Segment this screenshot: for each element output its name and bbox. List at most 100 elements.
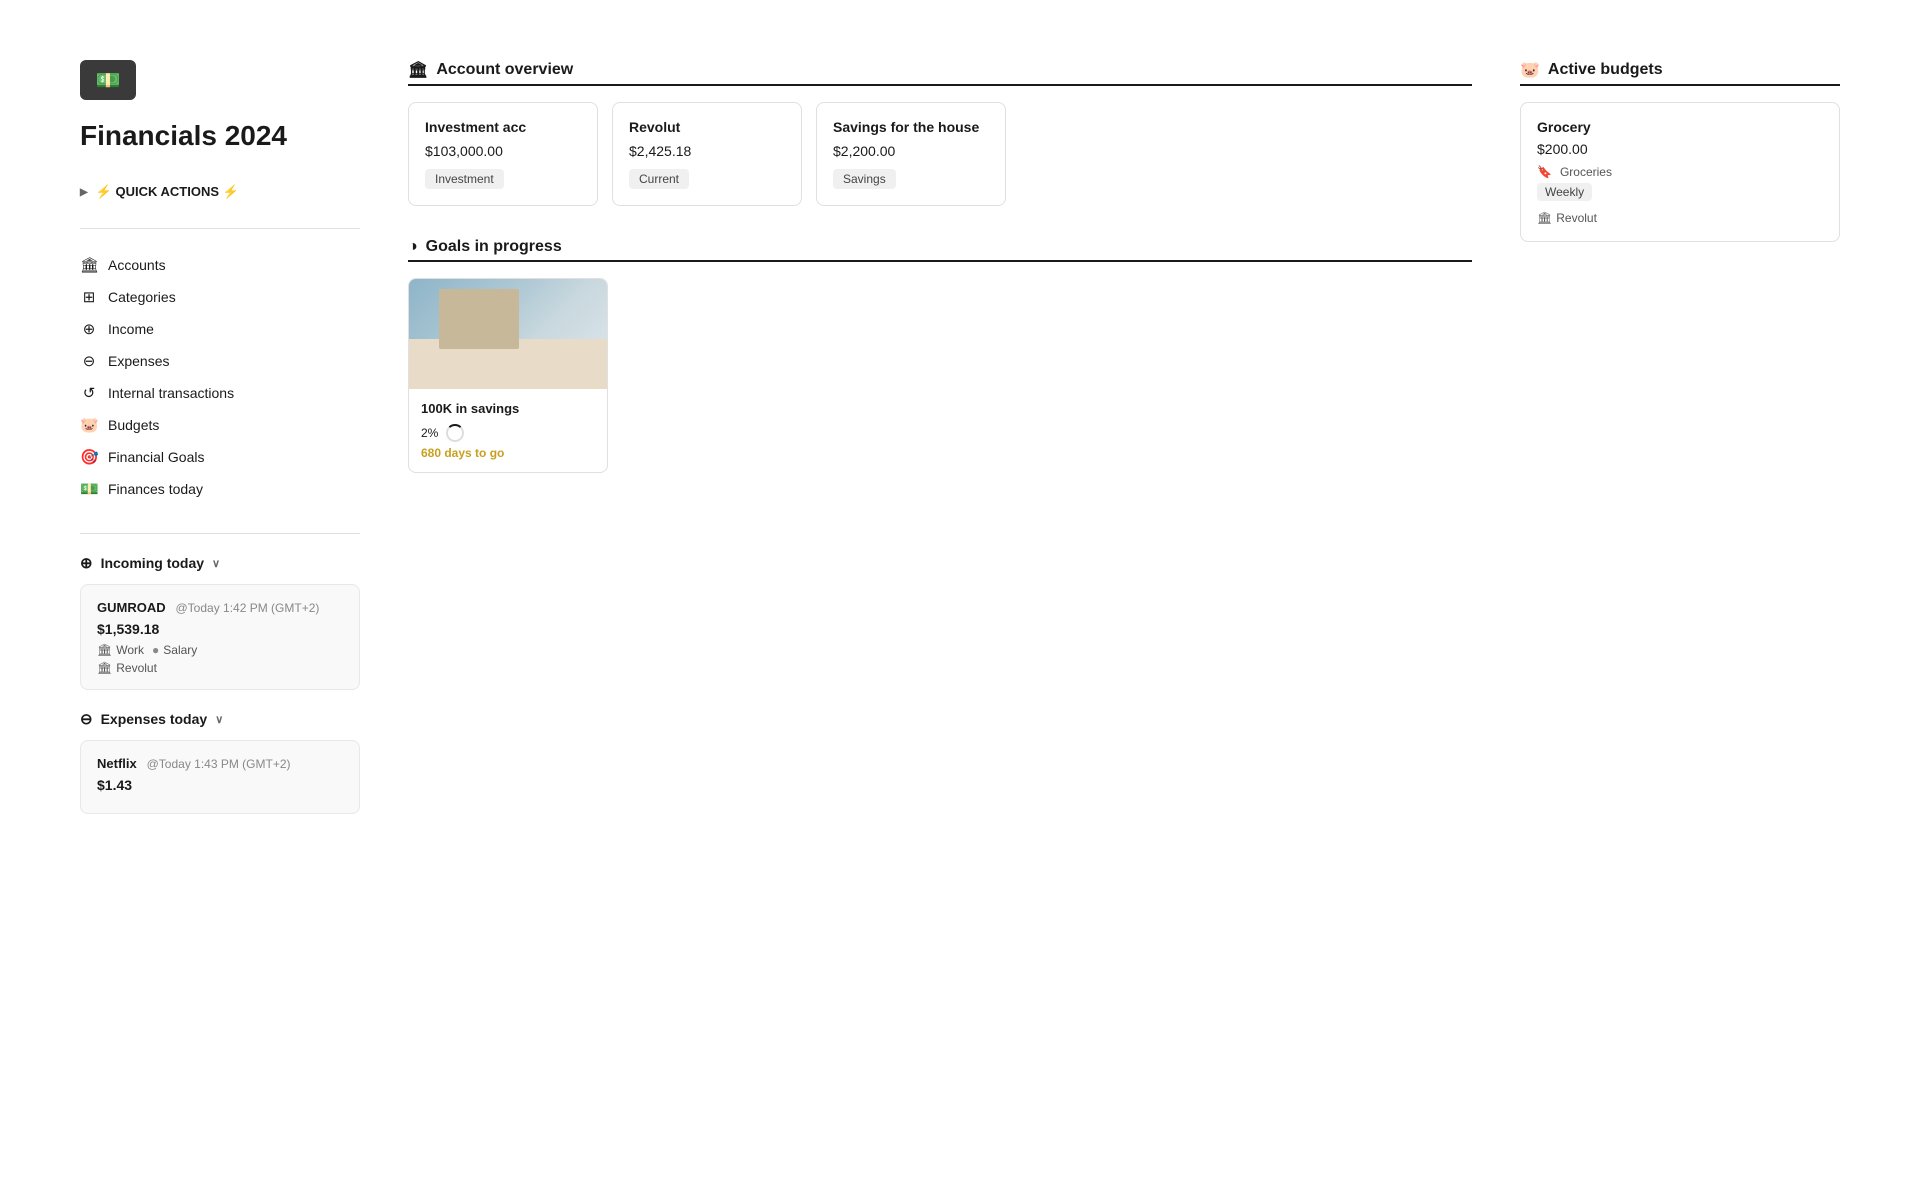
budget-bank: 🏛 Revolut [1537, 211, 1823, 225]
sidebar: 💵 Financials 2024 ▶ ⚡ QUICK ACTIONS ⚡ 🏛 … [80, 60, 360, 824]
sidebar-item-expenses[interactable]: ⊖ Expenses [80, 345, 360, 377]
account-type-1: Current [629, 169, 689, 189]
plus-circle-icon: ⊕ [80, 320, 98, 338]
grid-icon: ⊞ [80, 288, 98, 306]
tag-salary: ● Salary [152, 643, 197, 657]
salary-icon: ● [152, 643, 159, 657]
account-cards: Investment acc $103,000.00 Investment Re… [408, 102, 1472, 206]
sidebar-item-income-label: Income [108, 321, 154, 337]
bank-icon-small: 🏛 [97, 661, 112, 675]
quick-actions-arrow: ▶ [80, 187, 88, 198]
expenses-today-label: Expenses today [101, 711, 208, 727]
active-budgets-label: Active budgets [1548, 61, 1663, 79]
budget-meta-0: 🔖 Groceries [1537, 165, 1823, 179]
account-overview-title: 🏛 Account overview [408, 60, 1472, 80]
account-card-2[interactable]: Savings for the house $2,200.00 Savings [816, 102, 1006, 206]
goal-days-0: 680 days to go [421, 446, 595, 460]
main-content: 🏛 Account overview Investment acc $103,0… [408, 60, 1840, 824]
sidebar-item-internal-transactions[interactable]: ↺ Internal transactions [80, 377, 360, 409]
incoming-today-chevron: ∨ [212, 557, 220, 570]
transaction-time: @Today 1:42 PM (GMT+2) [176, 601, 320, 615]
incoming-transaction-0[interactable]: GUMROAD @Today 1:42 PM (GMT+2) $1,539.18… [80, 584, 360, 690]
account-overview-label: Account overview [436, 61, 573, 79]
target-icon: 🎯 [80, 448, 98, 466]
expenses-today-section: ⊖ Expenses today ∨ Netflix @Today 1:43 P… [80, 710, 360, 814]
tag-salary-label: Salary [163, 643, 197, 657]
incoming-today-toggle[interactable]: ⊕ Incoming today ∨ [80, 554, 360, 572]
account-card-0[interactable]: Investment acc $103,000.00 Investment [408, 102, 598, 206]
sidebar-item-expenses-label: Expenses [108, 353, 169, 369]
budgets-underline [1520, 84, 1840, 86]
goals-icon: ◑ [408, 238, 418, 256]
budget-period: Weekly [1537, 183, 1592, 201]
money-icon: 💵 [80, 480, 98, 498]
bank-icon: 🏛 [80, 256, 98, 274]
goal-body-0: 100K in savings 2% 680 days to go [409, 389, 607, 472]
transfer-icon: ↺ [80, 384, 98, 402]
account-overview-icon: 🏛 [408, 60, 428, 80]
sidebar-item-accounts[interactable]: 🏛 Accounts [80, 249, 360, 281]
app-icon: 💵 [80, 60, 136, 100]
account-name-2: Savings for the house [833, 119, 989, 135]
account-type-2: Savings [833, 169, 896, 189]
sidebar-bottom-divider [80, 533, 360, 534]
incoming-today-plus-icon: ⊕ [80, 554, 93, 572]
sidebar-item-financial-goals[interactable]: 🎯 Financial Goals [80, 441, 360, 473]
budget-card-0[interactable]: Grocery $200.00 🔖 Groceries Weekly 🏛 [1520, 102, 1840, 242]
account-balance-1: $2,425.18 [629, 143, 785, 159]
budgets-icon: 🐷 [1520, 60, 1540, 80]
sidebar-item-categories-label: Categories [108, 289, 176, 305]
budget-name-0: Grocery [1537, 119, 1823, 135]
expense-name: Netflix [97, 756, 137, 771]
transaction-tags: 🏛 Work ● Salary [97, 643, 343, 657]
sidebar-item-budgets-label: Budgets [108, 417, 159, 433]
goal-progress-0: 2% [421, 424, 595, 442]
work-icon: 🏛 [97, 643, 112, 657]
expenses-today-toggle[interactable]: ⊖ Expenses today ∨ [80, 710, 360, 728]
piggy-bank-icon: 🐷 [80, 416, 98, 434]
budget-bank-label: Revolut [1556, 211, 1597, 225]
sidebar-item-budgets[interactable]: 🐷 Budgets [80, 409, 360, 441]
account-name-1: Revolut [629, 119, 785, 135]
goal-name-0: 100K in savings [421, 401, 595, 416]
active-budgets-title: 🐷 Active budgets [1520, 60, 1840, 80]
nav-divider [80, 228, 360, 229]
incoming-today-section: ⊕ Incoming today ∨ GUMROAD @Today 1:42 P… [80, 554, 360, 690]
goals-title: ◑ Goals in progress [408, 238, 1472, 256]
transaction-amount: $1,539.18 [97, 621, 343, 637]
right-column: 🐷 Active budgets Grocery $200.00 🔖 Groce… [1520, 60, 1840, 473]
app-icon-symbol: 💵 [96, 68, 121, 93]
incoming-today-label: Incoming today [101, 555, 204, 571]
bank-label: Revolut [116, 661, 157, 675]
center-column: 🏛 Account overview Investment acc $103,0… [408, 60, 1472, 473]
goal-card-0[interactable]: 100K in savings 2% 680 days to go [408, 278, 608, 473]
goals-label: Goals in progress [426, 238, 562, 256]
sidebar-item-finances-today[interactable]: 💵 Finances today [80, 473, 360, 505]
sidebar-item-financial-goals-label: Financial Goals [108, 449, 205, 465]
budget-category: Groceries [1560, 165, 1612, 179]
account-overview-section: 🏛 Account overview Investment acc $103,0… [408, 60, 1472, 206]
quick-actions-toggle[interactable]: ▶ ⚡ QUICK ACTIONS ⚡ [80, 184, 360, 200]
sidebar-item-categories[interactable]: ⊞ Categories [80, 281, 360, 313]
columns-layout: 🏛 Account overview Investment acc $103,0… [408, 60, 1840, 473]
tag-work-label: Work [116, 643, 144, 657]
account-overview-underline [408, 84, 1472, 86]
goals-underline [408, 260, 1472, 262]
expenses-today-chevron: ∨ [215, 713, 223, 726]
minus-circle-icon: ⊖ [80, 352, 98, 370]
expense-time: @Today 1:43 PM (GMT+2) [147, 757, 291, 771]
tag-work: 🏛 Work [97, 643, 144, 657]
progress-circle-icon [446, 424, 464, 442]
transaction-bank: 🏛 Revolut [97, 661, 343, 675]
page: 💵 Financials 2024 ▶ ⚡ QUICK ACTIONS ⚡ 🏛 … [0, 0, 1920, 1199]
account-card-1[interactable]: Revolut $2,425.18 Current [612, 102, 802, 206]
sidebar-item-income[interactable]: ⊕ Income [80, 313, 360, 345]
budget-bank-icon: 🏛 [1537, 211, 1552, 225]
account-balance-0: $103,000.00 [425, 143, 581, 159]
goal-image-0 [409, 279, 607, 389]
expense-transaction-0[interactable]: Netflix @Today 1:43 PM (GMT+2) $1.43 [80, 740, 360, 814]
app-title: Financials 2024 [80, 120, 360, 152]
quick-actions-label: ⚡ QUICK ACTIONS ⚡ [96, 184, 239, 200]
expenses-today-minus-icon: ⊖ [80, 710, 93, 728]
sidebar-item-accounts-label: Accounts [108, 257, 166, 273]
